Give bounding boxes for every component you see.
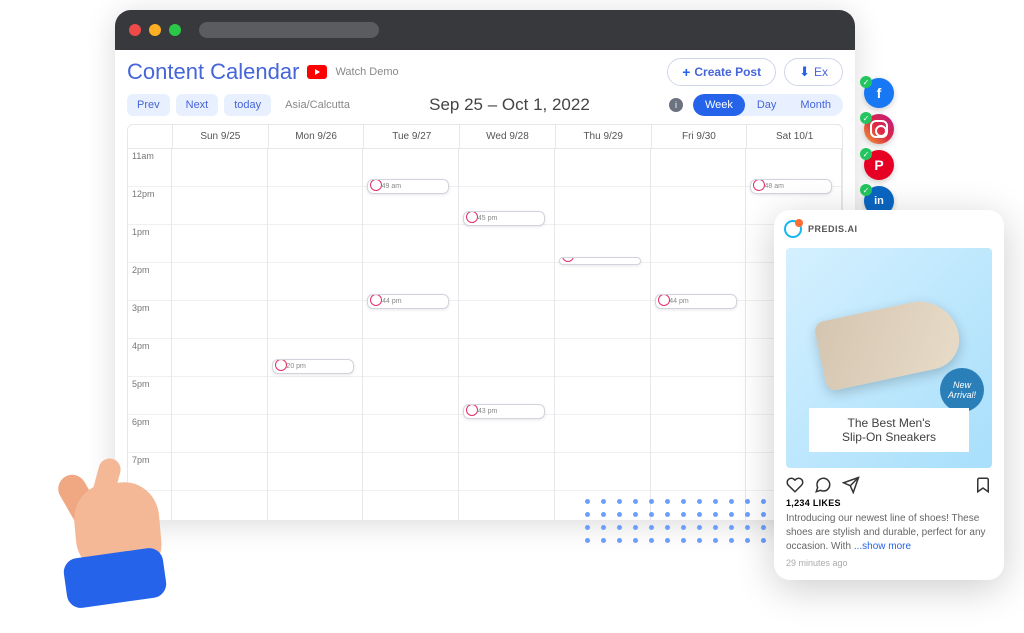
plus-icon: +	[682, 64, 690, 80]
url-bar[interactable]	[199, 22, 379, 38]
youtube-icon[interactable]	[307, 65, 327, 79]
preview-image: New Arrival! The Best Men's Slip-On Snea…	[786, 248, 992, 468]
next-button[interactable]: Next	[176, 94, 219, 116]
day-header-cell: Fri 9/30	[651, 125, 747, 148]
time-label: 1pm	[128, 225, 171, 263]
day-column[interactable]: 04:20 pmITALIAN DELIGHTS	[268, 149, 364, 520]
time-label: 11am	[128, 149, 171, 187]
calendar-event[interactable]: WORKOUT	[559, 257, 641, 265]
day-column[interactable]: 02:44 pmAction Park	[651, 149, 747, 520]
new-arrival-badge: New Arrival!	[940, 368, 984, 412]
likes-count: 1,234 LIKES	[774, 498, 1004, 512]
bookmark-icon[interactable]	[974, 476, 992, 494]
info-icon[interactable]: i	[669, 98, 683, 112]
calendar-event[interactable]: 11:48 amWe Have The Burger You're Cravin…	[750, 179, 832, 194]
content-calendar-window: Content Calendar Watch Demo + Create Pos…	[115, 10, 855, 520]
preview-brand: PREDIS.AI	[808, 224, 858, 234]
calendar-event[interactable]: 02:44 pmAction Park	[655, 294, 737, 309]
instagram-network-icon	[275, 359, 287, 371]
create-post-button[interactable]: + Create Post	[667, 58, 776, 86]
day-header-cell: Thu 9/29	[555, 125, 651, 148]
watch-demo-link[interactable]: Watch Demo	[335, 66, 398, 78]
timezone-label: Asia/Calcutta	[285, 99, 350, 111]
day-header-cell: Mon 9/26	[268, 125, 364, 148]
time-label: 4pm	[128, 339, 171, 377]
decorative-dots	[585, 499, 769, 543]
day-column[interactable]: 11:49 amQUALITY AIRLINES 02:44 pmWe Got Y…	[363, 149, 459, 520]
hand-illustration	[55, 448, 190, 603]
pinterest-badge[interactable]: P	[864, 150, 894, 180]
calendar-event[interactable]: 02:44 pmWe Got You Covered	[367, 294, 449, 309]
post-preview-card: PREDIS.AI New Arrival! The Best Men's Sl…	[774, 210, 1004, 580]
share-icon[interactable]	[842, 476, 860, 494]
export-button[interactable]: ⬇ Ex	[784, 58, 843, 86]
calendar-event[interactable]: 04:20 pmITALIAN DELIGHTS	[272, 359, 354, 374]
comment-icon[interactable]	[814, 476, 832, 494]
sneaker-graphic	[813, 294, 964, 392]
download-icon: ⬇	[799, 64, 810, 80]
date-range: Sep 25 – Oct 1, 2022	[429, 95, 590, 115]
preview-caption: Introducing our newest line of shoes! Th…	[774, 512, 1004, 558]
time-label: 2pm	[128, 263, 171, 301]
day-column[interactable]: 12:45 pm 05:43 pmEASY STEPS TO PLAY GUITA…	[459, 149, 555, 520]
view-week-button[interactable]: Week	[693, 94, 745, 116]
time-label: 5pm	[128, 377, 171, 415]
window-titlebar	[115, 10, 855, 50]
day-header-cell: Sat 10/1	[746, 125, 842, 148]
window-minimize-icon[interactable]	[149, 24, 161, 36]
day-header-cell: Tue 9/27	[363, 125, 459, 148]
calendar-grid: Sun 9/25Mon 9/26Tue 9/27Wed 9/28Thu 9/29…	[127, 124, 843, 520]
social-connection-stack: f P in	[864, 78, 894, 216]
preview-timestamp: 29 minutes ago	[774, 558, 1004, 580]
today-button[interactable]: today	[224, 94, 271, 116]
calendar-event[interactable]: 12:45 pm	[463, 211, 545, 226]
time-label: 12pm	[128, 187, 171, 225]
predis-logo-icon	[784, 220, 802, 238]
instagram-network-icon	[658, 294, 670, 306]
facebook-badge[interactable]: f	[864, 78, 894, 108]
day-header-cell: Sun 9/25	[172, 125, 268, 148]
day-header-cell: Wed 9/28	[459, 125, 555, 148]
instagram-badge[interactable]	[864, 114, 894, 144]
time-label: 3pm	[128, 301, 171, 339]
view-month-button[interactable]: Month	[788, 94, 843, 116]
day-column[interactable]: WORKOUT	[555, 149, 651, 520]
window-close-icon[interactable]	[129, 24, 141, 36]
calendar-event[interactable]: 11:49 amQUALITY AIRLINES	[367, 179, 449, 194]
show-more-link[interactable]: ...show more	[854, 541, 911, 552]
preview-title: The Best Men's Slip-On Sneakers	[809, 408, 969, 452]
heart-icon[interactable]	[786, 476, 804, 494]
page-title: Content Calendar	[127, 59, 299, 85]
calendar-event[interactable]: 05:43 pmEASY STEPS TO PLAY GUITAR	[463, 404, 545, 419]
window-maximize-icon[interactable]	[169, 24, 181, 36]
prev-button[interactable]: Prev	[127, 94, 170, 116]
view-day-button[interactable]: Day	[745, 94, 789, 116]
view-toggle: Week Day Month	[693, 94, 843, 116]
